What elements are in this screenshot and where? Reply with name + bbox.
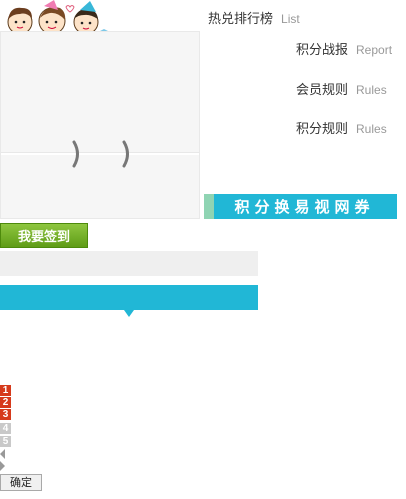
nav-item-points-rules[interactable]: 积分规则 Rules xyxy=(296,118,387,137)
confirm-button[interactable]: 确定 xyxy=(0,474,42,491)
nav-item-member-rules[interactable]: 会员规则 Rules xyxy=(296,79,387,98)
arrow-left-icon[interactable] xyxy=(0,449,5,459)
banner-text: 积分换易视网券 xyxy=(234,198,375,216)
nav-item-label: 积分战报 xyxy=(296,43,349,58)
binder-image xyxy=(0,31,200,219)
blue-bar xyxy=(0,285,258,317)
rank-badge: 3 xyxy=(0,409,11,420)
rank-badge: 4 xyxy=(0,423,11,434)
arrow-right-icon[interactable] xyxy=(0,461,5,471)
caret-down-icon xyxy=(124,310,134,317)
binder-ring-icon xyxy=(72,140,79,168)
nav-item-sublabel: Rules xyxy=(356,83,387,97)
nav-item-sublabel: Rules xyxy=(356,122,387,136)
sign-in-button[interactable]: 我要签到 xyxy=(0,223,88,248)
banner-stripe xyxy=(204,194,214,219)
rank-badge: 2 xyxy=(0,397,11,408)
rank-badge: 5 xyxy=(0,436,11,447)
nav-item-sublabel: List xyxy=(281,12,300,26)
nav-item-report[interactable]: 积分战报 Report xyxy=(296,39,392,58)
nav-item-sublabel: Report xyxy=(356,43,393,57)
nav-item-list[interactable]: 热兑排行榜 List xyxy=(208,8,300,27)
binder-ring-icon xyxy=(122,140,129,168)
nav-item-label: 会员规则 xyxy=(296,83,349,98)
nav-item-label: 积分规则 xyxy=(296,122,349,137)
rank-badge: 1 xyxy=(0,385,11,396)
points-exchange-banner[interactable]: 积分换易视网券 xyxy=(204,194,397,219)
nav-item-label: 热兑排行榜 xyxy=(208,12,274,27)
grey-bar xyxy=(0,251,258,276)
binder-seam xyxy=(1,152,199,155)
